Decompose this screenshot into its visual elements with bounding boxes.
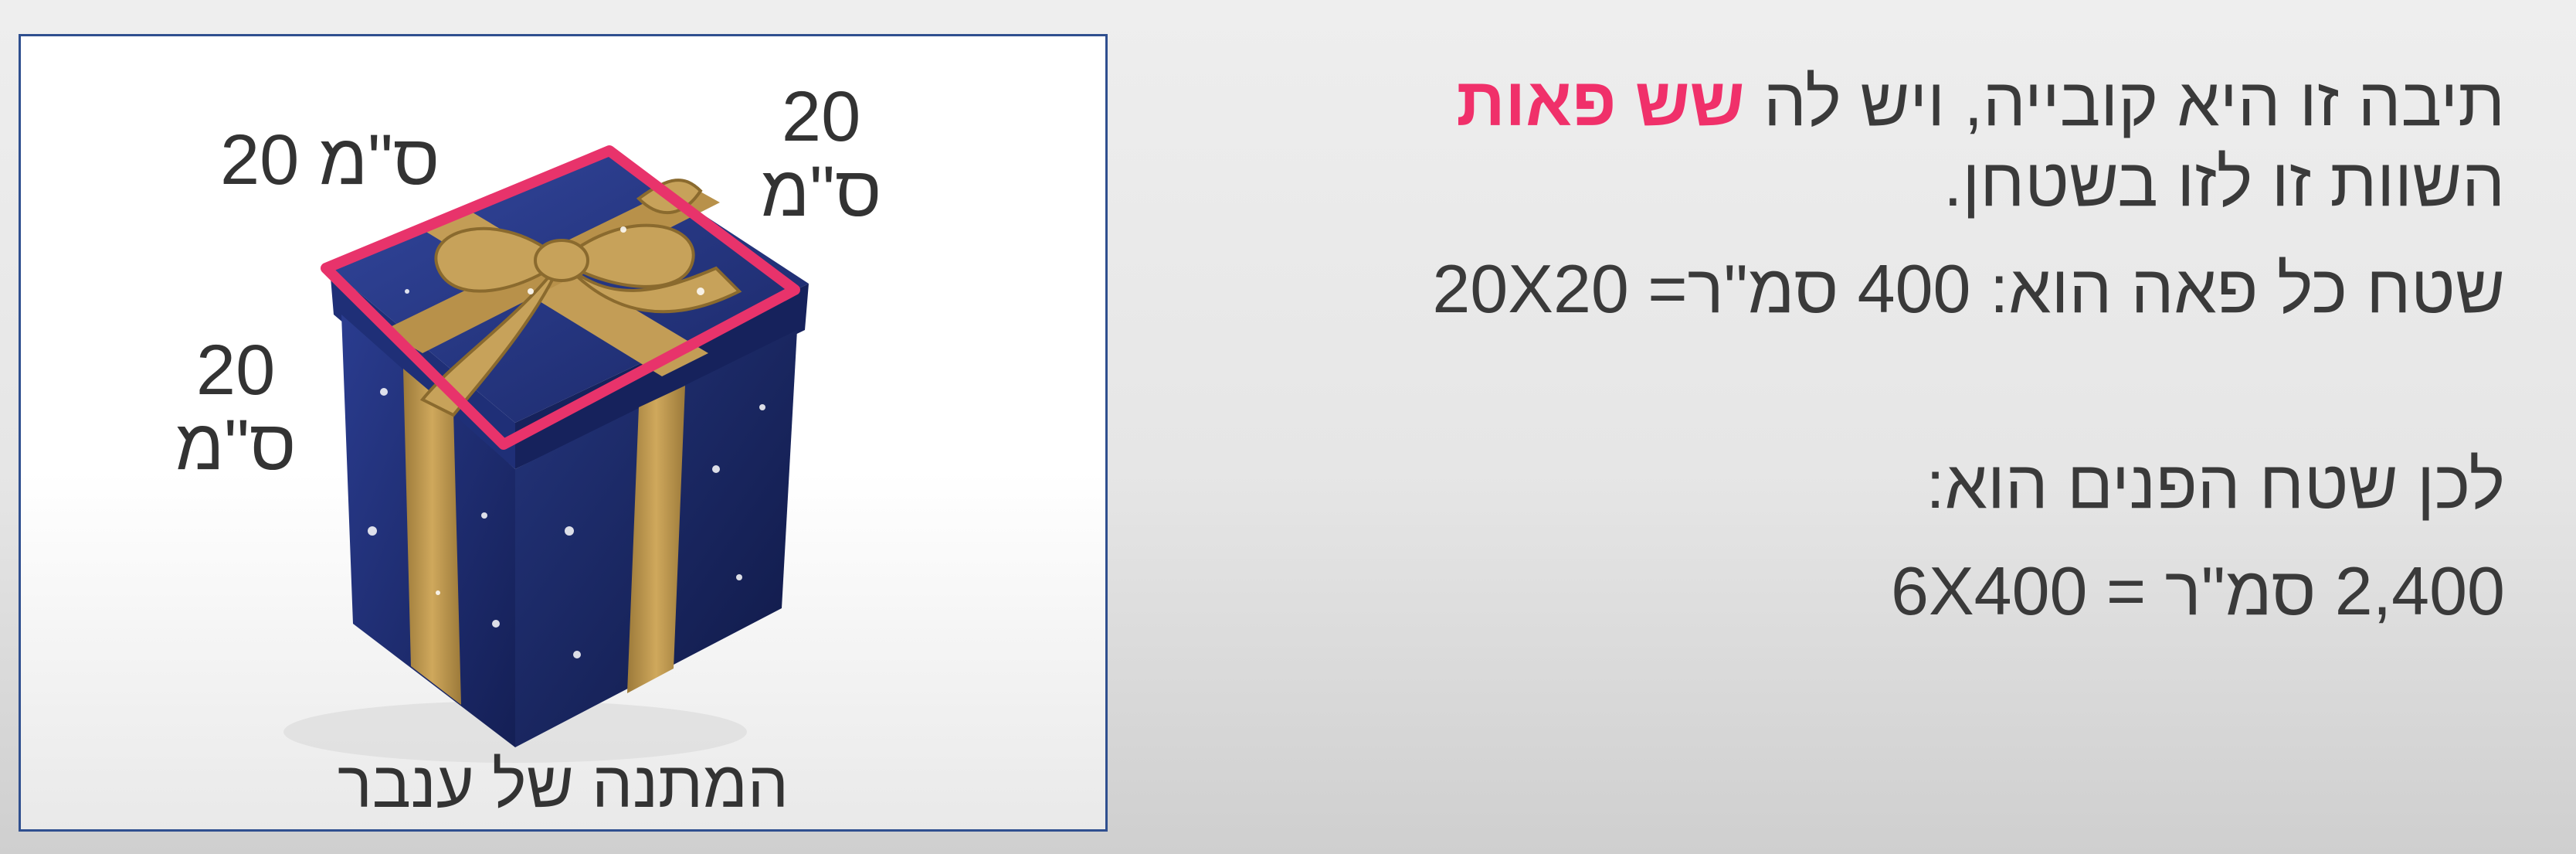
explanation-text: תיבה זו היא קובייה, ויש לה שש פאות השוות… (1192, 62, 2505, 631)
paragraph-surface-result: 2,400 סמ"ר = 6X400 (1192, 551, 2505, 631)
dimension-label-left: 20 ס"מ (175, 333, 296, 482)
ribbon-left-face (403, 369, 461, 705)
dimension-number: 20 (781, 77, 861, 156)
paragraph-cube-faces: תיבה זו היא קובייה, ויש לה שש פאות השוות… (1192, 62, 2505, 223)
gift-image-frame: 20 ס"מ 20 ס"מ 20 ס"מ המתנה של ענבר (19, 34, 1108, 832)
text-line2: השוות זו לזו בשטחן. (1943, 143, 2505, 220)
dimension-number: 20 (195, 331, 276, 410)
text-face-area: שטח כל פאה הוא: 400 סמ"ר= 20X20 (1432, 250, 2505, 327)
text-line1-start: תיבה זו היא קובייה, ויש לה (1744, 63, 2505, 140)
dimension-unit: ס"מ (761, 151, 882, 231)
paragraph-surface-intro: לכן שטח הפנים הוא: (1192, 444, 2505, 525)
dimension-label-top-left: 20 ס"מ (220, 123, 440, 198)
image-caption: המתנה של ענבר (337, 748, 789, 821)
dimension-unit: ס"מ (175, 405, 297, 485)
paragraph-face-area: שטח כל פאה הוא: 400 סמ"ר= 20X20 (1192, 249, 2505, 329)
text-surface-result: 2,400 סמ"ר = 6X400 (1891, 553, 2505, 630)
dimension-label-top-right: 20 ס"מ (761, 80, 881, 229)
dimension-text: 20 ס"מ (220, 121, 440, 199)
text-surface-intro: לכן שטח הפנים הוא: (1926, 446, 2505, 523)
highlight-six-faces: שש פאות (1456, 63, 1745, 140)
